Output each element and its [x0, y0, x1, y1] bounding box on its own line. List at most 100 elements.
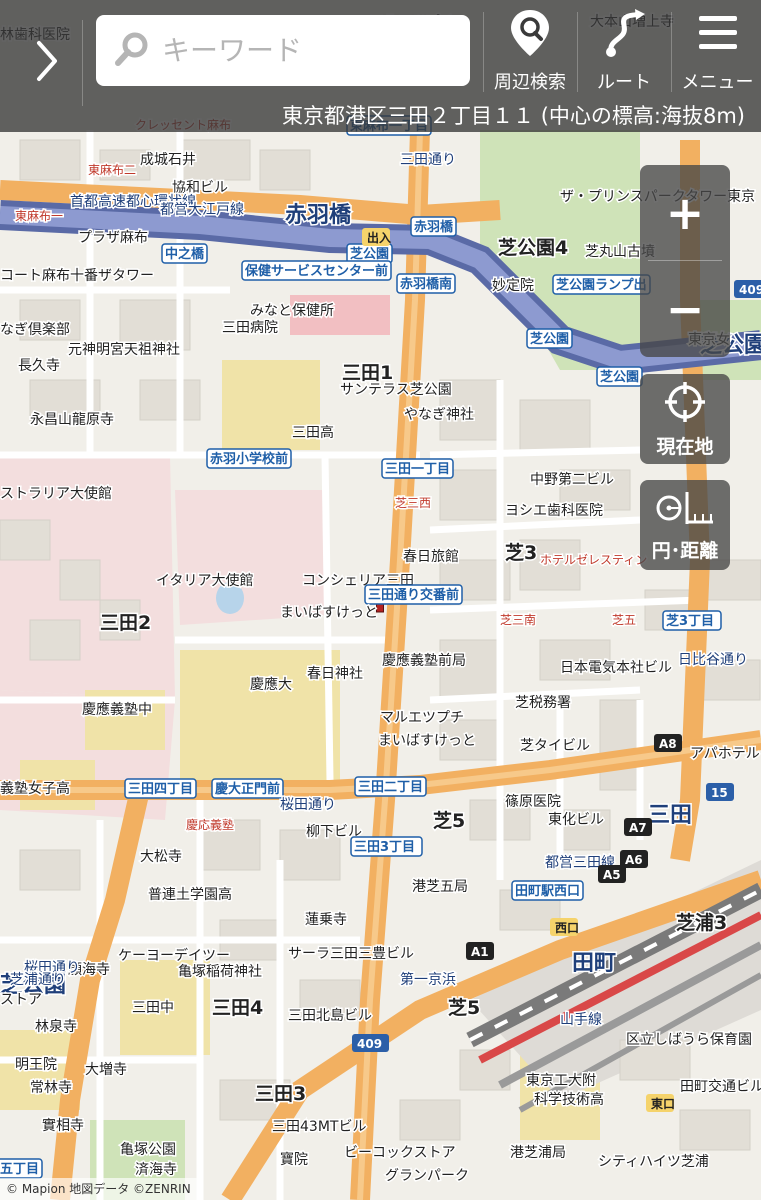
map-label-poi[interactable]: 中野第二ビル	[529, 470, 616, 490]
map-label-poi[interactable]: 三田43MTビル	[271, 1118, 368, 1137]
map-label-poi[interactable]: ストア	[0, 991, 44, 1010]
map-label-poi[interactable]: 慶應義塾中	[81, 700, 154, 720]
map-label-poi[interactable]: 大松寺	[139, 848, 184, 867]
map-label-station[interactable]: 三田二丁目	[358, 780, 423, 795]
map-label-poi[interactable]: 亀塚公園	[119, 1141, 178, 1160]
map-label-station[interactable]: 芝3丁目	[666, 613, 714, 629]
map-label-poi[interactable]: コート麻布十番ザタワー	[0, 267, 156, 286]
map-label-road[interactable]: 都営大江戸線	[159, 201, 246, 220]
menu-button[interactable]: メニュー	[674, 6, 761, 98]
map-label-major[interactable]: 三田	[647, 802, 694, 830]
zoom-out-button[interactable]: −	[640, 261, 730, 356]
map-label-poi[interactable]: 慶應大	[249, 675, 294, 695]
map-label-station[interactable]: 芝公園ランプ出	[556, 277, 647, 293]
map-label-district[interactable]: 三田2	[99, 611, 153, 636]
map-label-road[interactable]: 日比谷通り	[677, 651, 750, 670]
map-label-poi[interactable]: 常林寺	[29, 1079, 74, 1098]
map-label-station[interactable]: 芝公園	[350, 246, 389, 262]
map-label-poi[interactable]: 港芝浦局	[509, 1144, 568, 1163]
map-label-poi[interactable]: 日本電気本社ビル	[559, 659, 674, 678]
map-label-road[interactable]: 芝浦通り	[9, 971, 68, 990]
map-label-poi[interactable]: 實相寺	[41, 1116, 86, 1136]
map-label-station[interactable]: 中之橋	[165, 246, 205, 262]
map-label-station[interactable]: 芝公園	[600, 369, 639, 385]
map-label-poi[interactable]: 芝税務署	[514, 694, 573, 713]
map-label-poi[interactable]: 長久寺	[17, 357, 62, 376]
map-label-small[interactable]: 芝五	[611, 611, 638, 629]
map-label-poi[interactable]: 義塾女子高	[0, 779, 72, 799]
map-label-poi[interactable]: まいばすけっと	[377, 732, 478, 751]
map-label-poi[interactable]: 三田北島ビル	[287, 1007, 374, 1026]
map-label-poi[interactable]: 科学技術高	[533, 1090, 606, 1110]
route-button[interactable]: ルート	[580, 6, 668, 98]
map-label-poi[interactable]: 妙定院	[491, 277, 536, 296]
map-label-poi[interactable]: 三田高	[291, 423, 336, 443]
map-label-poi[interactable]: ビーコックストア	[343, 1144, 458, 1163]
map-label-poi[interactable]: 慶應義塾前局	[381, 651, 468, 671]
map-label-station[interactable]: 赤羽橋南	[400, 276, 452, 292]
map-label-poi[interactable]: 済海寺	[134, 1161, 179, 1180]
search-input[interactable]	[160, 33, 464, 68]
map-label-poi[interactable]: 田町交通ビル	[679, 1077, 761, 1097]
map-label-small[interactable]: 東麻布一	[14, 207, 65, 225]
back-button[interactable]	[12, 20, 83, 106]
map-label-poi[interactable]: なぎ倶楽部	[0, 321, 72, 340]
map-label-poi[interactable]: 区立しばうら保育園	[625, 1031, 754, 1050]
map-label-poi[interactable]: ケーヨーデイツー	[117, 946, 232, 966]
map-label-district[interactable]: 芝5	[447, 995, 482, 1021]
map-label-poi[interactable]: 大増寺	[84, 1061, 129, 1080]
map-label-road[interactable]: 桜田通り	[279, 796, 338, 815]
map-label-poi[interactable]: 東京工大附	[525, 1072, 598, 1091]
map-label-poi[interactable]: 寶院	[279, 1151, 310, 1170]
map-label-poi[interactable]: みなと保健所	[249, 302, 336, 321]
map-label-poi[interactable]: 春日旅館	[402, 547, 461, 567]
map-label-poi[interactable]: 普連土学園高	[147, 885, 234, 905]
zoom-in-button[interactable]: +	[640, 165, 730, 260]
current-location-button[interactable]: 現在地	[640, 374, 730, 464]
map-label-small[interactable]: 芝三南	[499, 611, 538, 629]
map-label-poi[interactable]: マルエツプチ	[379, 709, 466, 728]
map-label-poi[interactable]: 東化ビル	[547, 811, 606, 830]
nearby-search-button[interactable]: 周辺検索	[486, 6, 574, 98]
map-label-station[interactable]: 赤羽小学校前	[210, 451, 288, 467]
map-label-poi[interactable]: やなぎ神社	[403, 406, 476, 425]
map-label-poi[interactable]: 蓮乗寺	[304, 911, 349, 930]
map-label-poi[interactable]: まいばすけっと	[279, 604, 380, 623]
map-label-station[interactable]: 田町駅西口	[515, 884, 580, 899]
map-label-poi[interactable]: 春日神社	[306, 665, 365, 684]
map-label-small[interactable]: 慶応義塾	[185, 816, 236, 834]
map-label-poi[interactable]: 成城石井	[139, 151, 198, 170]
map-label-small[interactable]: ホテルゼレスティン	[539, 552, 649, 569]
map-label-road[interactable]: 三田通り	[399, 151, 458, 170]
map-label-small[interactable]: 東麻布二	[87, 161, 138, 179]
map-label-poi[interactable]: 元神明宮天祖神社	[67, 341, 182, 360]
map-label-major[interactable]: 赤羽橋	[284, 202, 354, 230]
map-label-poi[interactable]: 三田中	[131, 999, 176, 1018]
map-label-poi[interactable]: サンテラス芝公園	[339, 381, 454, 400]
map-label-poi[interactable]: グランパーク	[384, 1167, 471, 1186]
map-label-poi[interactable]: ヨシエ歯科医院	[504, 502, 605, 521]
map-label-poi[interactable]: サーラ三田三豊ビル	[287, 945, 416, 964]
map-label-small[interactable]: 芝三西	[394, 494, 433, 512]
map-label-station[interactable]: 芝公園	[530, 331, 569, 347]
map-label-poi[interactable]: アパホテル	[689, 745, 761, 764]
map-label-poi[interactable]: 港芝五局	[411, 878, 470, 897]
map-label-station[interactable]: 三田通り交番前	[368, 587, 459, 603]
map-label-district[interactable]: 三田1	[341, 361, 395, 386]
map-label-station[interactable]: 慶大正門前	[215, 781, 280, 797]
map-label-poi[interactable]: 芝タイビル	[519, 737, 592, 756]
map-label-district[interactable]: 三田4	[211, 996, 265, 1021]
map-label-poi[interactable]: イタリア大使館	[155, 571, 255, 591]
map-label-road[interactable]: 山手線	[559, 1011, 604, 1030]
map-label-poi[interactable]: シティハイツ芝浦	[597, 1153, 711, 1172]
map-label-district[interactable]: 芝3	[504, 540, 539, 566]
map-label-district[interactable]: 芝公園4	[497, 235, 570, 261]
map-label-station[interactable]: 三田四丁目	[128, 782, 193, 797]
map-label-district[interactable]: 三田3	[254, 1082, 308, 1107]
map-label-district[interactable]: 芝5	[432, 808, 467, 834]
map-label-poi[interactable]: 三田病院	[221, 319, 280, 338]
map-label-poi[interactable]: ストラリア大使館	[0, 484, 114, 504]
map-label-station[interactable]: 赤羽橋	[414, 219, 454, 235]
map-label-major[interactable]: 田町	[571, 950, 618, 978]
map-label-poi[interactable]: 林泉寺	[34, 1017, 79, 1037]
